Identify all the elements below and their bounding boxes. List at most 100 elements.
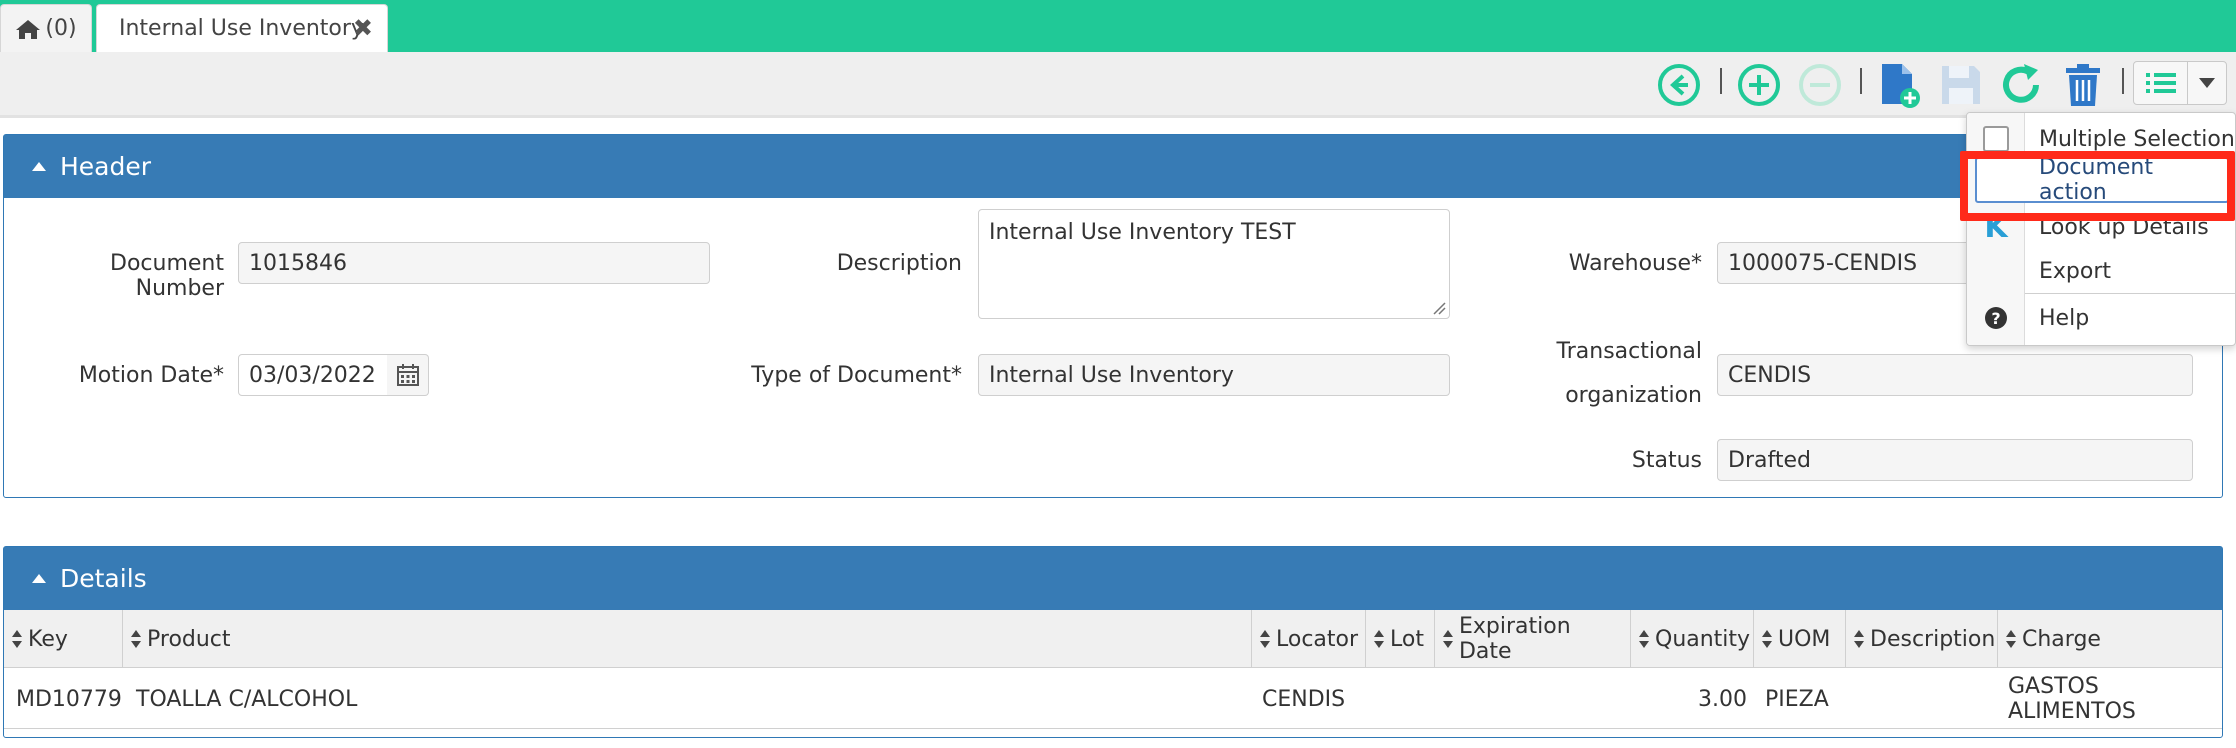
menu-item-label: Document action [2039,155,2153,205]
menu-item-label: Multiple Selection [2039,126,2235,152]
toolbar-separator [1720,68,1722,94]
document-number-label: Document Number [110,251,224,301]
column-header-label: Quantity [1655,626,1751,652]
toolbar [0,52,2236,118]
tab-internal-use-inventory[interactable]: Internal Use Inventory ✖ [96,4,388,52]
column-header-expiration-date[interactable]: Expiration Date [1435,610,1631,668]
cell-locator: CENDIS [1262,686,1346,712]
menu-divider [2025,293,2235,294]
list-icon-button[interactable] [2134,62,2188,104]
sort-icon [1639,630,1649,648]
menu-item-document-action[interactable]: Document action [1975,155,2229,205]
actions-dropdown-menu: Multiple Selection Document action K Loo… [1966,112,2236,346]
sort-icon [1854,630,1864,648]
column-header-label: Expiration Date [1458,614,1571,664]
home-tab-count: (0) [45,16,77,41]
table-row[interactable]: MD10779 TOALLA C/ALCOHOL CENDIS 3.00 PIE… [4,669,2222,729]
description-label: Description [836,251,962,276]
cell-quantity: 3.00 [1698,686,1747,712]
column-header-description[interactable]: Description [1846,610,1998,668]
column-header-label: Lot [1390,626,1424,652]
collapse-caret-icon[interactable] [32,162,46,171]
header-panel-title-bar[interactable]: Header [4,135,2222,198]
new-document-icon[interactable] [1876,62,1922,108]
list-icon [2145,73,2176,93]
sort-icon [1374,630,1384,648]
cell-product: TOALLA C/ALCOHOL [136,686,358,712]
column-header-uom[interactable]: UOM [1754,610,1846,668]
header-panel-title: Header [60,152,152,181]
question-circle-icon: ? [1981,303,2011,333]
column-header-label: Product [147,626,231,652]
sort-icon [1762,630,1772,648]
close-tab-icon[interactable]: ✖ [353,16,373,40]
back-icon[interactable] [1656,62,1702,108]
menu-item-label: Help [2039,305,2090,331]
calendar-icon [396,364,419,386]
actions-menu-button[interactable] [2133,61,2227,105]
warehouse-value: 1000075-CENDIS [1728,250,1918,276]
motion-date-field[interactable]: 03/03/2022 [238,354,388,396]
tab-home[interactable]: (0) [0,4,92,52]
caret-down-icon [2199,78,2215,88]
sort-icon [12,630,22,648]
details-grid-header: Key Product Locator Lot Expiration Date … [4,610,2222,668]
calendar-button[interactable] [387,354,429,396]
menu-item-multiple-selection[interactable]: Multiple Selection [1967,118,2235,160]
tab-title: Internal Use Inventory [119,16,364,41]
add-icon[interactable] [1736,62,1782,108]
motion-date-label: Motion Date* [78,363,224,388]
details-panel-title-bar[interactable]: Details [4,547,2222,610]
sort-icon [1443,630,1453,648]
sort-icon [2006,630,2016,648]
column-header-lot[interactable]: Lot [1366,610,1435,668]
menu-item-help[interactable]: ? Help [1967,297,2235,339]
column-header-locator[interactable]: Locator [1252,610,1366,668]
status-field[interactable]: Drafted [1717,439,2193,481]
delete-icon[interactable] [2060,62,2106,108]
menu-item-label: Export [2039,258,2112,284]
type-of-document-label: Type of Document* [751,363,962,388]
type-of-document-field[interactable]: Internal Use Inventory [978,354,1450,396]
column-header-product[interactable]: Product [123,610,1252,668]
column-header-charge[interactable]: Charge [1998,610,2222,668]
menu-item-label: Look up Details [2039,214,2209,240]
checkbox-icon[interactable] [1981,124,2011,154]
status-label: Status [1631,448,1702,473]
save-icon[interactable] [1938,62,1984,108]
collapse-caret-icon[interactable] [32,574,46,583]
document-number-field[interactable]: 1015846 [238,242,710,284]
cell-uom: PIEZA [1765,686,1829,712]
cell-key: MD10779 [16,686,122,712]
home-icon [16,19,41,39]
transactional-org-field[interactable]: CENDIS [1717,354,2193,396]
resize-grip-icon[interactable] [1432,301,1446,315]
description-textarea[interactable]: Internal Use Inventory TEST [978,209,1450,319]
toolbar-separator [1860,68,1862,94]
warehouse-label: Warehouse* [1568,251,1702,276]
column-header-key[interactable]: Key [4,610,123,668]
tab-bar: (0) Internal Use Inventory ✖ [0,0,2236,52]
cell-charge: GASTOS ALIMENTOS [2008,674,2136,724]
details-panel: Details Key Product Locator Lot Expirati… [3,546,2223,738]
toolbar-separator [2122,68,2124,94]
transactional-org-label-line2: organization [1565,383,1702,408]
details-panel-title: Details [60,564,147,593]
column-header-label: Description [1870,626,1996,652]
sort-icon [1260,630,1270,648]
sort-icon [131,630,141,648]
column-header-label: Locator [1276,626,1359,652]
header-panel: Header Document Number 1015846 Descripti… [3,134,2223,498]
menu-item-look-up-details[interactable]: K Look up Details [1967,206,2235,248]
column-header-label: UOM [1778,626,1831,652]
description-value: Internal Use Inventory TEST [989,220,1296,245]
refresh-icon[interactable] [1998,62,2044,108]
k-letter-icon: K [1984,209,2008,245]
cell-description [1847,669,1855,729]
column-header-quantity[interactable]: Quantity [1631,610,1754,668]
menu-item-export[interactable]: Export [1967,250,2235,292]
remove-icon[interactable] [1797,62,1843,108]
menu-caret-button[interactable] [2188,62,2226,104]
cell-expiration-date [1436,669,1444,729]
transactional-org-label-line1: Transactional [1556,339,1702,364]
